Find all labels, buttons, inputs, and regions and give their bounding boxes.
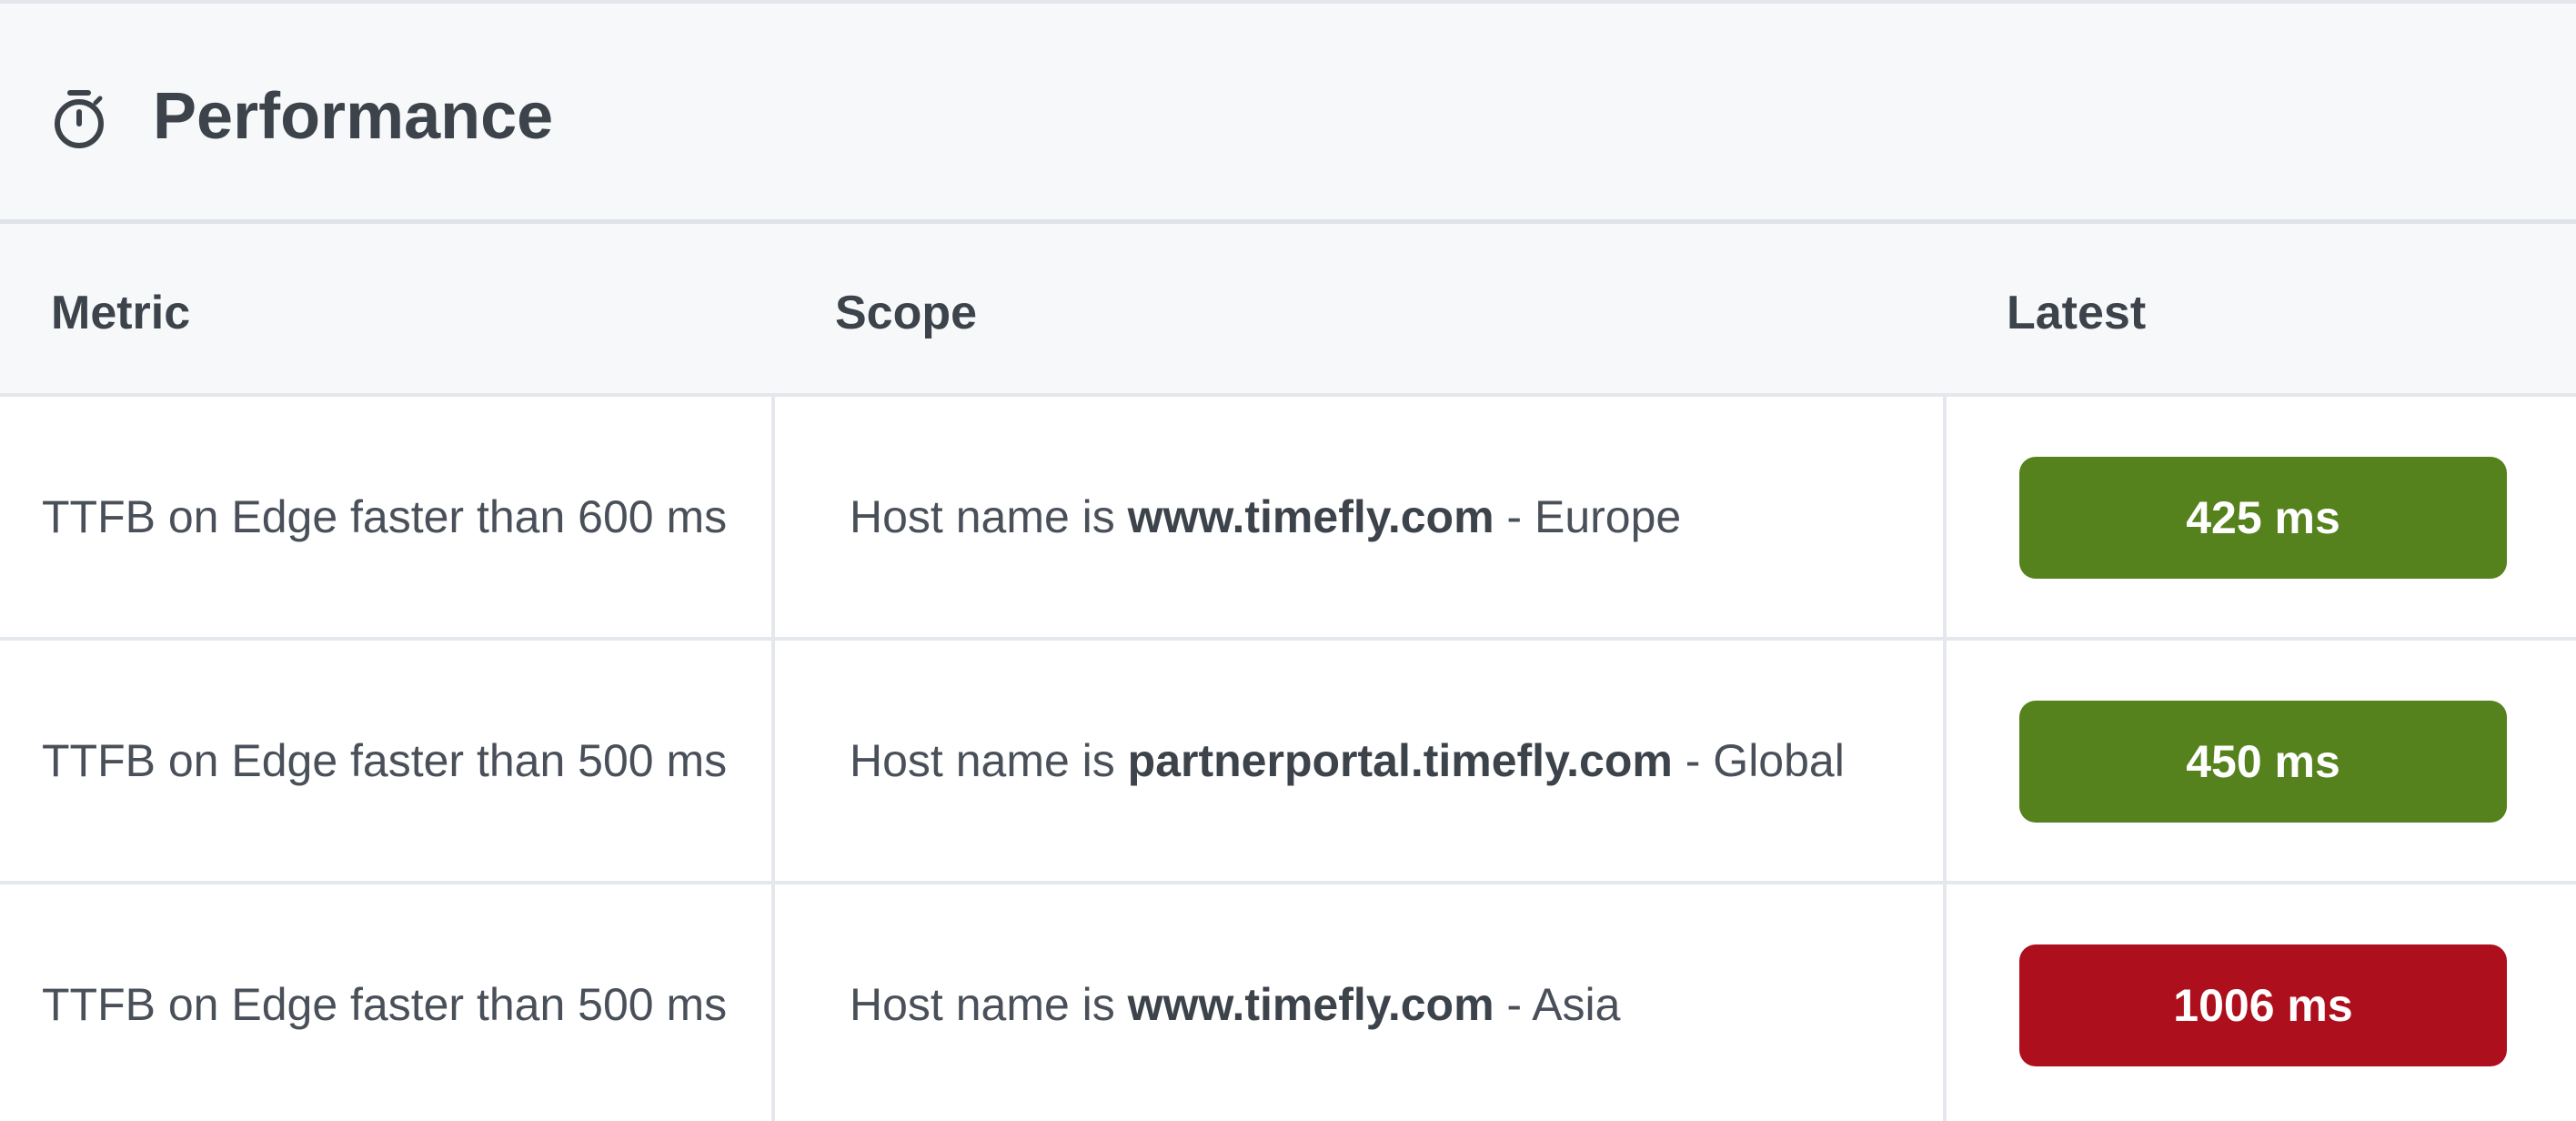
metric-cell: TTFB on Edge faster than 500 ms: [42, 735, 728, 786]
scope-region: - Europe: [1494, 491, 1682, 542]
scope-prefix: Host name is: [850, 979, 1128, 1030]
performance-table: Metric Scope Latest TTFB on Edge faster …: [0, 224, 2576, 1121]
latest-badge-pass[interactable]: 425 ms: [2019, 457, 2507, 579]
table-header: Metric Scope Latest: [0, 224, 2576, 397]
column-header-metric[interactable]: Metric: [51, 224, 190, 393]
table-row: TTFB on Edge faster than 500 ms Host nam…: [0, 884, 2576, 1121]
scope-prefix: Host name is: [850, 735, 1128, 786]
column-header-scope[interactable]: Scope: [835, 224, 977, 393]
column-header-latest[interactable]: Latest: [2007, 224, 2146, 393]
panel-header: Performance: [0, 0, 2576, 224]
scope-host: www.timefly.com: [1127, 491, 1494, 542]
performance-panel: Performance Metric Scope Latest TTFB on …: [0, 0, 2576, 1121]
table-row: TTFB on Edge faster than 600 ms Host nam…: [0, 397, 2576, 641]
scope-region: - Global: [1672, 735, 1845, 786]
scope-cell: Host name is www.timefly.com - Europe: [850, 397, 1681, 637]
scope-host: partnerportal.timefly.com: [1127, 735, 1673, 786]
scope-prefix: Host name is: [850, 491, 1128, 542]
stopwatch-icon: [47, 87, 111, 151]
scope-cell: Host name is www.timefly.com - Asia: [850, 884, 1620, 1121]
latest-badge-pass[interactable]: 450 ms: [2019, 701, 2507, 823]
latest-badge-fail[interactable]: 1006 ms: [2019, 944, 2507, 1066]
metric-cell: TTFB on Edge faster than 500 ms: [42, 979, 728, 1030]
scope-cell: Host name is partnerportal.timefly.com -…: [850, 641, 1845, 881]
scope-host: www.timefly.com: [1127, 979, 1494, 1030]
table-row: TTFB on Edge faster than 500 ms Host nam…: [0, 641, 2576, 884]
metric-cell: TTFB on Edge faster than 600 ms: [42, 491, 728, 542]
scope-region: - Asia: [1494, 979, 1621, 1030]
panel-title: Performance: [153, 80, 554, 153]
